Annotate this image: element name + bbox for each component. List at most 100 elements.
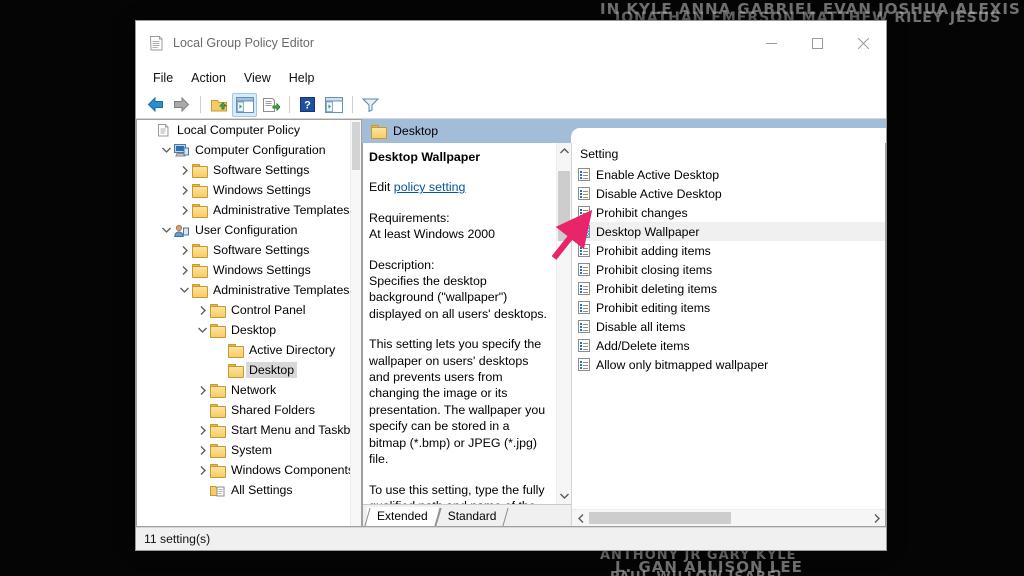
chevron-right-icon[interactable]	[177, 185, 192, 195]
description-scrollbar-thumb[interactable]	[558, 171, 570, 241]
tree-item-network[interactable]: Network	[137, 380, 361, 400]
tree-item-desktop[interactable]: Desktop	[137, 360, 361, 380]
tree-item-software-settings[interactable]: Software Settings	[137, 240, 361, 260]
forward-button[interactable]	[169, 93, 194, 117]
chevron-down-icon[interactable]	[159, 227, 174, 233]
chevron-right-icon[interactable]	[195, 385, 210, 395]
chevron-right-icon[interactable]	[195, 445, 210, 455]
pane-header-title: Desktop	[393, 124, 439, 138]
folder-icon	[210, 304, 228, 318]
toolbar-separator	[289, 96, 290, 113]
description-paragraph-1: This setting lets you specify the wallpa…	[369, 337, 546, 467]
tree-item-control-panel[interactable]: Control Panel	[137, 300, 361, 320]
scroll-down-icon[interactable]	[557, 488, 571, 504]
tree-item-administrative-templates[interactable]: Administrative Templates	[137, 280, 361, 300]
scroll-up-icon[interactable]	[557, 143, 571, 159]
back-button[interactable]	[143, 93, 168, 117]
maximize-button[interactable]	[794, 21, 840, 65]
tree-item-administrative-templates[interactable]: Administrative Templates	[137, 200, 361, 220]
policy-setting-icon	[578, 358, 596, 371]
tree-scrollbar-thumb[interactable]	[352, 122, 360, 170]
console-tree-pane: Local Computer Policy Computer Configurat…	[136, 119, 362, 527]
tree-node-list: Local Computer Policy Computer Configurat…	[137, 120, 361, 500]
settings-list-item[interactable]: Prohibit changes	[572, 203, 885, 222]
settings-column-header[interactable]: Setting	[572, 143, 885, 165]
tree-item-all-settings[interactable]: All Settings	[137, 480, 361, 500]
settings-list-item[interactable]: Disable all items	[572, 317, 885, 336]
menu-item-file[interactable]: File	[144, 67, 182, 89]
description-paragraph-2: To use this setting, type the fully qual…	[369, 482, 545, 505]
properties-button[interactable]	[321, 93, 346, 117]
tree-item-shared-folders[interactable]: Shared Folders	[137, 400, 361, 420]
settings-list-item[interactable]: Prohibit adding items	[572, 241, 885, 260]
toolbar-separator	[352, 96, 353, 113]
scroll-left-icon[interactable]	[572, 510, 589, 527]
chevron-down-icon[interactable]	[177, 287, 192, 293]
description-vertical-scrollbar[interactable]	[556, 143, 571, 504]
export-list-button[interactable]	[258, 93, 283, 117]
tree-item-label: Computer Configuration	[195, 143, 326, 157]
tab-extended[interactable]: Extended	[367, 507, 438, 526]
settings-list-item[interactable]: Prohibit closing items	[572, 260, 885, 279]
chevron-right-icon[interactable]	[177, 205, 192, 215]
chevron-right-icon[interactable]	[177, 165, 192, 175]
details-split: Desktop Wallpaper Edit policy setting Re…	[362, 143, 886, 527]
tree-item-label: Windows Settings	[213, 263, 311, 277]
toolbar-separator	[200, 96, 201, 113]
tree-item-windows-settings[interactable]: Windows Settings	[137, 180, 361, 200]
chevron-right-icon[interactable]	[195, 425, 210, 435]
policy-setting-link[interactable]: policy setting	[394, 180, 466, 194]
show-hide-tree-button[interactable]	[232, 92, 257, 117]
settings-list: Enable Active Desktop Disable Active Desk…	[572, 165, 885, 509]
chevron-right-icon[interactable]	[177, 245, 192, 255]
chevron-down-icon[interactable]	[195, 327, 210, 333]
settings-list-item[interactable]: Add/Delete items	[572, 336, 885, 355]
settings-list-item[interactable]: Prohibit deleting items	[572, 279, 885, 298]
tree-item-label: Local Computer Policy	[177, 123, 301, 137]
tree-vertical-scrollbar[interactable]	[350, 120, 361, 526]
folder-icon	[192, 204, 210, 218]
tree-item-start-menu-and-taskbar[interactable]: Start Menu and Taskbar	[137, 420, 361, 440]
settings-list-item[interactable]: Desktop Wallpaper	[572, 222, 885, 241]
toolbar: ?	[136, 91, 886, 119]
settings-scrollbar-thumb[interactable]	[589, 512, 731, 524]
tree-item-windows-settings[interactable]: Windows Settings	[137, 260, 361, 280]
minimize-button[interactable]	[748, 21, 794, 65]
folder-icon	[210, 384, 228, 398]
settings-list-item-label: Allow only bitmapped wallpaper	[596, 357, 769, 372]
chevron-down-icon[interactable]	[159, 147, 174, 153]
close-button[interactable]	[840, 21, 886, 65]
tree-item-label: Windows Components	[231, 463, 355, 477]
tree-item-local-computer-policy[interactable]: Local Computer Policy	[137, 120, 361, 140]
tab-standard[interactable]: Standard	[438, 507, 507, 526]
scroll-right-icon[interactable]	[868, 510, 885, 527]
settings-list-item[interactable]: Allow only bitmapped wallpaper	[572, 355, 885, 374]
tree-item-computer-configuration[interactable]: Computer Configuration	[137, 140, 361, 160]
help-button[interactable]: ?	[295, 93, 320, 117]
filter-button[interactable]	[358, 93, 383, 117]
menu-item-help[interactable]: Help	[280, 67, 324, 89]
tree-item-software-settings[interactable]: Software Settings	[137, 160, 361, 180]
local-group-policy-editor-window: Local Group Policy Editor File Action Vi…	[135, 20, 887, 551]
chevron-right-icon[interactable]	[195, 465, 210, 475]
settings-list-item[interactable]: Enable Active Desktop	[572, 165, 885, 184]
tree-item-system[interactable]: System	[137, 440, 361, 460]
chevron-right-icon[interactable]	[177, 265, 192, 275]
menu-item-action[interactable]: Action	[182, 67, 235, 89]
settings-horizontal-scrollbar[interactable]	[572, 509, 885, 526]
tree-item-active-directory[interactable]: Active Directory	[137, 340, 361, 360]
requirements-label: Requirements:	[369, 210, 450, 225]
settings-list-item[interactable]: Prohibit editing items	[572, 298, 885, 317]
tree-item-windows-components[interactable]: Windows Components	[137, 460, 361, 480]
settings-list-item[interactable]: Disable Active Desktop	[572, 184, 885, 203]
policy-setting-selected-icon	[578, 225, 596, 238]
settings-list-item-label: Enable Active Desktop	[596, 167, 720, 182]
tree-item-desktop[interactable]: Desktop	[137, 320, 361, 340]
up-one-level-button[interactable]	[206, 93, 231, 117]
tree-item-label: Administrative Templates	[213, 203, 350, 217]
chevron-right-icon[interactable]	[195, 305, 210, 315]
tree-item-user-configuration[interactable]: User Configuration	[137, 220, 361, 240]
folder-icon	[210, 404, 228, 418]
menu-item-view[interactable]: View	[235, 67, 280, 89]
policy-setting-icon	[578, 244, 596, 257]
